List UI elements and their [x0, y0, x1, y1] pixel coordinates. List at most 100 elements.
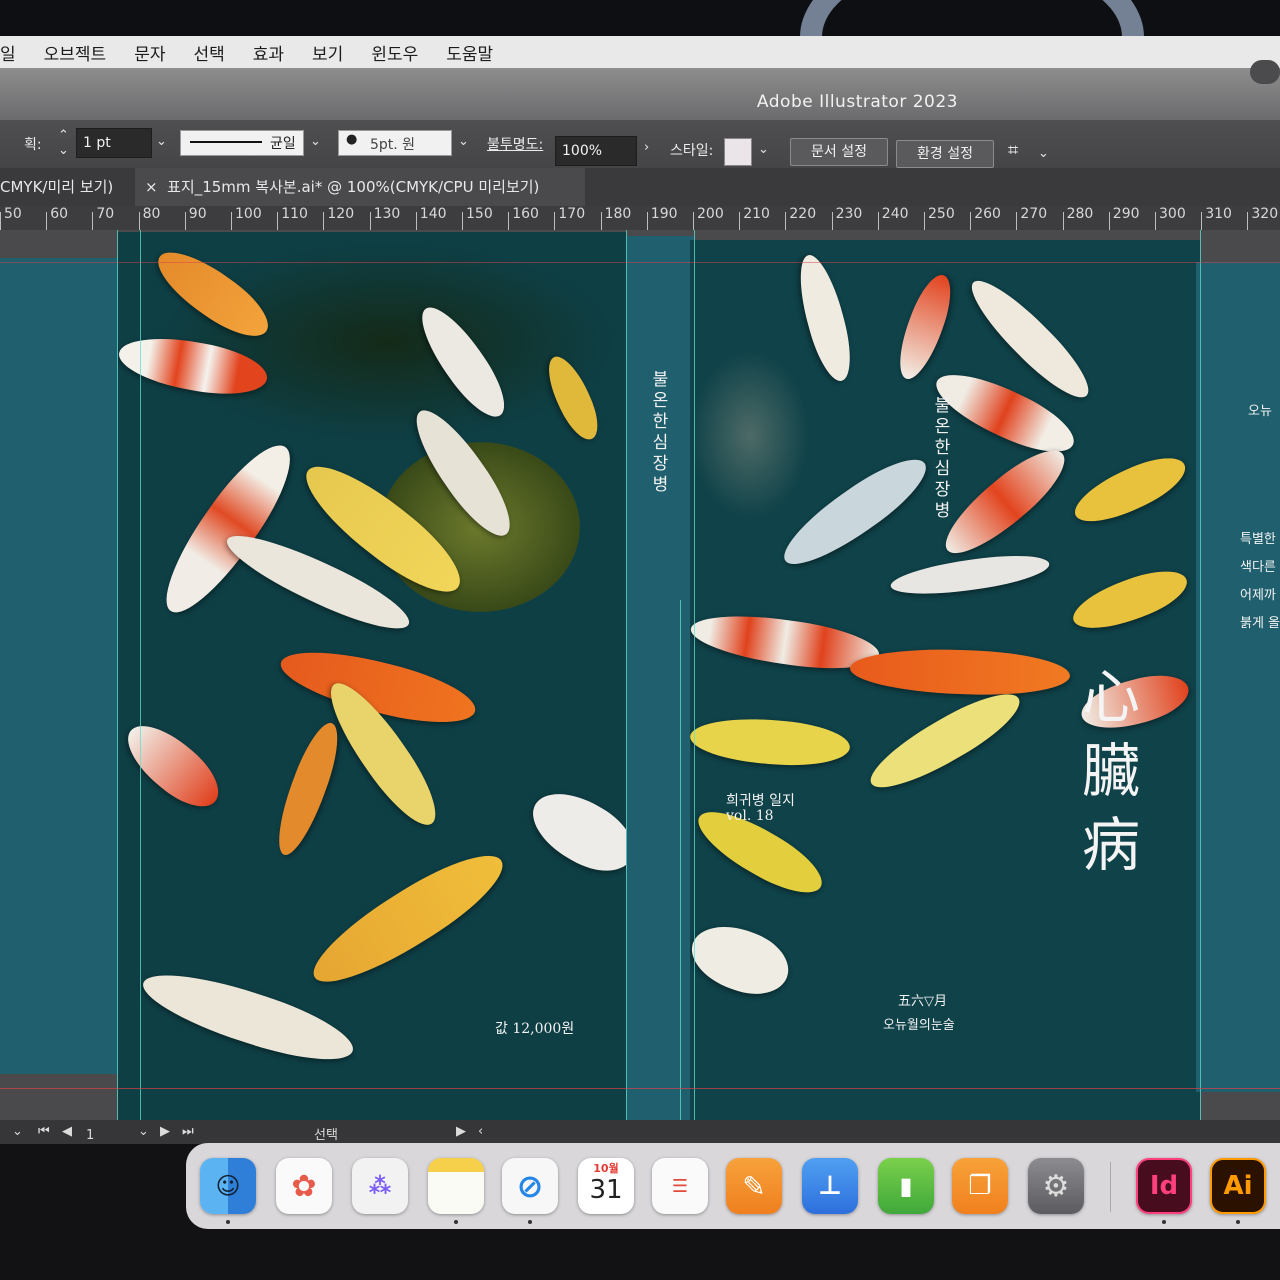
chevron-left-icon[interactable]: ‹	[478, 1124, 483, 1139]
spine-panel[interactable]: 불온한심장병	[626, 236, 694, 1122]
back-cover-artwork[interactable]: 값 12,000원	[118, 232, 626, 1122]
menu-select[interactable]: 선택	[179, 40, 238, 65]
ruler-tick-label: 210	[743, 206, 770, 222]
safari-icon[interactable]: ⊘	[502, 1158, 558, 1214]
reminders-icon[interactable]: ☰	[652, 1158, 708, 1214]
menubar: 일 오브젝트 문자 선택 효과 보기 윈도우 도움말	[0, 36, 1280, 68]
calendar-icon[interactable]: 10월 31	[578, 1158, 634, 1214]
document-setup-button[interactable]: 문서 설정	[790, 138, 888, 166]
menu-type[interactable]: 문자	[120, 40, 179, 65]
chevron-down-icon[interactable]: ⌄	[458, 134, 469, 149]
ruler-tick-mark	[46, 212, 48, 230]
tab-label: 표지_15mm 복사본.ai* @ 100%(CMYK/CPU 미리보기)	[167, 178, 540, 196]
hanja-title: 心 臟 病	[1082, 660, 1140, 882]
tab-prev-document[interactable]: CMYK/미리 보기)	[0, 168, 123, 206]
guide-line	[680, 600, 681, 1120]
menu-window[interactable]: 윈도우	[357, 40, 432, 65]
ruler-tick-label: 280	[1066, 206, 1094, 222]
ruler-tick-mark	[231, 212, 232, 230]
ruler-tick-label: 260	[974, 206, 1001, 222]
system-settings-icon[interactable]: ⚙	[1028, 1158, 1084, 1214]
guide-line	[140, 230, 141, 1120]
ruler-tick-mark	[877, 212, 879, 230]
koi-yellow	[690, 714, 852, 770]
last-page-icon[interactable]: ⏭	[182, 1124, 194, 1139]
ruler-tick-label: 140	[419, 206, 447, 222]
style-swatch[interactable]	[724, 138, 752, 166]
spine-title: 불온한심장병	[648, 370, 668, 496]
ruler-tick-label: 220	[789, 206, 817, 222]
indesign-icon[interactable]: Id	[1136, 1158, 1192, 1214]
koi-yellow	[860, 680, 1030, 802]
chevron-down-icon[interactable]: ⌄	[1038, 146, 1049, 161]
photos-icon[interactable]: ✿	[276, 1158, 332, 1214]
hanja-char: 心	[1082, 663, 1141, 731]
tab-active-document[interactable]: × 표지_15mm 복사본.ai* @ 100%(CMYK/CPU 미리보기)	[135, 168, 585, 206]
running-indicator	[528, 1220, 532, 1224]
chevron-down-icon[interactable]: ⌄	[156, 134, 167, 149]
opacity-label[interactable]: 불투명도:	[487, 134, 543, 154]
chevron-right-icon[interactable]: ›	[644, 140, 649, 155]
launchpad-icon[interactable]: ⁂	[352, 1158, 408, 1214]
koi-yellow	[1066, 560, 1194, 640]
first-page-icon[interactable]: ⏮	[38, 1124, 50, 1139]
arrange-icon[interactable]: ⌗	[1008, 140, 1018, 161]
menu-window-prev[interactable]: 일	[0, 40, 30, 65]
ruler-tick-mark	[554, 212, 556, 230]
chevron-down-icon[interactable]: ⌄	[758, 142, 769, 157]
ruler-tick-label: 300	[1159, 206, 1186, 222]
stroke-weight-field[interactable]: 1 pt	[76, 128, 152, 158]
notes-icon[interactable]	[428, 1158, 484, 1214]
menu-object[interactable]: 오브젝트	[30, 40, 121, 65]
shadow-area	[690, 350, 810, 520]
cloud-status-icon[interactable]	[1250, 60, 1280, 84]
ruler-tick-mark	[369, 212, 371, 230]
next-page-icon[interactable]: ▶	[160, 1124, 170, 1139]
ruler-tick-label: 250	[928, 206, 955, 222]
ruler-tick-mark	[508, 212, 510, 230]
ruler-tick-mark	[785, 212, 787, 230]
style-label: 스타일:	[670, 143, 714, 159]
ruler-tick-mark	[739, 212, 741, 230]
books-icon[interactable]: ❐	[952, 1158, 1008, 1214]
preferences-button[interactable]: 환경 설정	[896, 140, 994, 168]
ruler-tick-label: 80	[142, 206, 161, 222]
current-tool-label: 선택	[314, 1128, 338, 1143]
calendar-month: 10월	[593, 1162, 619, 1175]
ruler-tick-label: 180	[604, 206, 632, 222]
chevron-down-icon[interactable]: ⌄	[12, 1124, 23, 1139]
finder-icon[interactable]: ☺	[200, 1158, 256, 1214]
ruler-tick-label: 190	[650, 206, 678, 222]
menu-view[interactable]: 보기	[298, 40, 357, 65]
menu-effect[interactable]: 효과	[239, 40, 298, 65]
pages-icon[interactable]: ✎	[726, 1158, 782, 1214]
ruler-tick-label: 50	[4, 206, 22, 222]
koi-kohaku	[890, 269, 960, 385]
chevron-down-icon[interactable]: ⌄	[310, 134, 321, 149]
ruler-tick-label: 60	[50, 206, 69, 222]
koi-yellow	[1067, 446, 1193, 534]
koi-orange	[849, 646, 1071, 698]
stroke-stepper-icon[interactable]: ⌃ ⌄	[58, 128, 69, 158]
keynote-icon[interactable]: ⊥	[802, 1158, 858, 1214]
front-cover-artwork[interactable]: 불온한심장병 희귀병 일지 vol. 18 心 臟 病 五六▽月 오뉴월의눈술	[690, 240, 1200, 1120]
calendar-day: 31	[589, 1175, 623, 1205]
ruler-tick-mark	[1062, 212, 1064, 230]
front-vertical-title: 불온한심장병	[930, 396, 950, 522]
menu-help[interactable]: 도움말	[432, 40, 507, 65]
opacity-field[interactable]: 100%	[555, 136, 637, 166]
chevron-down-icon[interactable]: ⌄	[138, 1124, 149, 1139]
illustrator-icon[interactable]: Ai	[1210, 1158, 1266, 1214]
numbers-icon[interactable]: ▮	[878, 1158, 934, 1214]
ruler-tick-mark	[462, 212, 463, 230]
guide-line	[117, 230, 118, 1120]
ruler-tick-label: 150	[466, 206, 493, 222]
ruler-tick-mark	[831, 212, 833, 230]
hanja-char: 病	[1082, 811, 1141, 879]
close-icon[interactable]: ×	[145, 178, 158, 196]
ruler-tick-label: 130	[373, 206, 401, 222]
play-icon[interactable]: ▶	[456, 1124, 466, 1139]
brush-dot-icon: ●	[346, 132, 358, 147]
prev-page-icon[interactable]: ◀	[62, 1124, 72, 1139]
page-number-field[interactable]: 1	[86, 1128, 94, 1143]
